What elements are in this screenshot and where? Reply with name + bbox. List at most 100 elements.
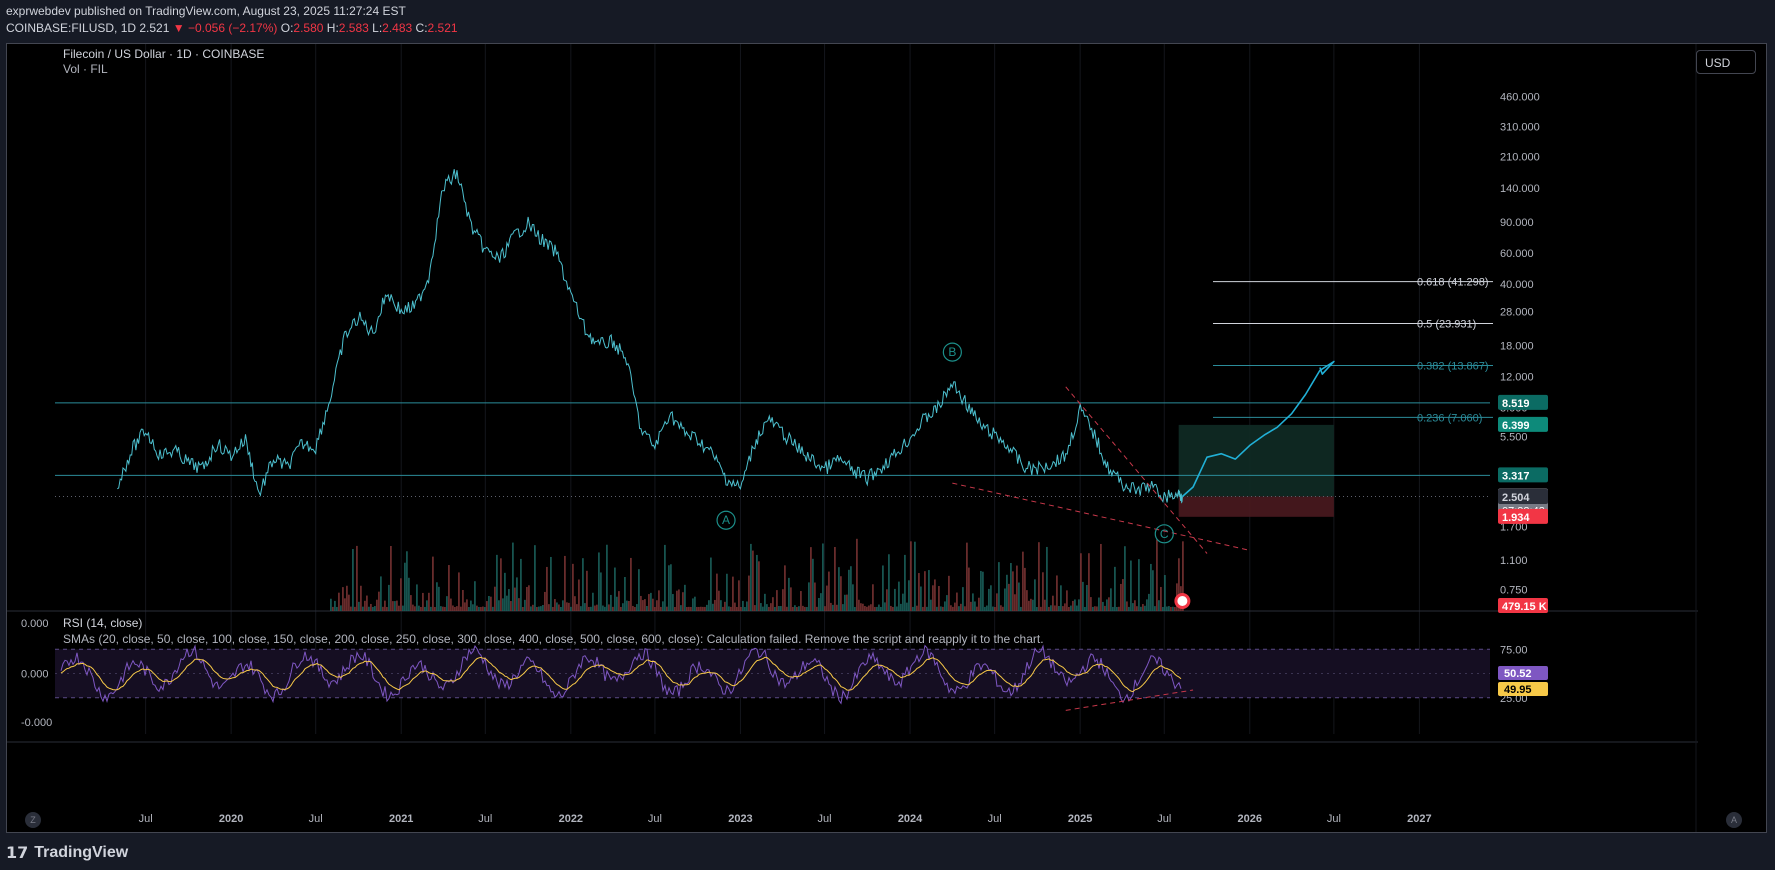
- volume-bar: [1028, 600, 1030, 611]
- volume-bar: [452, 605, 454, 611]
- volume-bar: [510, 601, 512, 611]
- open-label: O:: [280, 21, 294, 35]
- volume-bar: [1110, 588, 1112, 611]
- volume-bar: [438, 586, 440, 611]
- volume-bar: [764, 593, 766, 611]
- volume-bar: [652, 598, 654, 611]
- volume-bar: [1106, 599, 1108, 611]
- volume-bar: [908, 580, 910, 611]
- volume-bar: [728, 606, 730, 611]
- volume-bar: [548, 604, 550, 611]
- volume-bar: [454, 606, 456, 611]
- volume-bar: [516, 577, 518, 611]
- volume-bar: [872, 584, 874, 611]
- volume-bar: [360, 585, 362, 611]
- volume-bar: [574, 596, 576, 611]
- volume-bar: [750, 543, 752, 611]
- volume-bar: [928, 570, 930, 611]
- volume-bar: [626, 600, 628, 611]
- volume-bar: [1162, 607, 1164, 611]
- volume-bar: [408, 577, 410, 611]
- volume-bar: [512, 542, 514, 611]
- volume-bar: [774, 607, 776, 611]
- volume-bar: [394, 601, 396, 611]
- volume-bar: [504, 572, 506, 611]
- volume-bar: [866, 606, 868, 611]
- volume-bar: [644, 599, 646, 611]
- high-value: 2.583: [338, 21, 369, 35]
- volume-bar: [1016, 565, 1018, 611]
- price-chart[interactable]: Jul 2020 Jul 2021 Jul 2022 Jul 2023 Jul 2024 Jul 20…: [7, 44, 1766, 832]
- volume-bar: [422, 592, 424, 611]
- volume-bar: [934, 579, 936, 611]
- wave-label-text: B: [948, 345, 956, 359]
- volume-bar: [656, 600, 658, 611]
- volume-bar: [578, 579, 580, 611]
- volume-bar: [688, 606, 690, 611]
- volume-bar: [990, 585, 992, 611]
- volume-bar: [528, 585, 530, 611]
- volume-bar: [1128, 606, 1130, 611]
- volume-bar: [404, 562, 406, 611]
- price-badge-label: 8.519: [1502, 398, 1530, 410]
- volume-bar: [396, 600, 398, 611]
- volume-bar: [1108, 597, 1110, 611]
- volume-bar: [1048, 606, 1050, 611]
- volume-bar: [384, 600, 386, 611]
- volume-bar: [566, 602, 568, 611]
- wave-label-text: C: [1160, 527, 1169, 541]
- volume-bar: [424, 606, 426, 611]
- volume-bar: [766, 604, 768, 611]
- volume-bar: [868, 605, 870, 611]
- y-tick-label: 460.000: [1500, 91, 1540, 103]
- auto-scale-button[interactable]: A: [1726, 812, 1742, 828]
- volume-bar: [1010, 563, 1012, 611]
- volume-bar: [654, 607, 656, 611]
- volume-bar: [706, 604, 708, 611]
- volume-bar: [646, 605, 648, 611]
- volume-bar: [388, 584, 390, 611]
- volume-bar: [890, 605, 892, 611]
- volume-bar: [362, 606, 364, 611]
- volume-bar: [554, 599, 556, 611]
- zoom-button[interactable]: Z: [25, 812, 41, 828]
- volume-bar: [918, 573, 920, 611]
- x-tick-label: 2024: [898, 813, 923, 825]
- volume-bar: [740, 606, 742, 611]
- volume-bar: [682, 592, 684, 611]
- volume-bar: [956, 592, 958, 611]
- volume-bar: [1092, 606, 1094, 611]
- chart-frame[interactable]: Jul 2020 Jul 2021 Jul 2022 Jul 2023 Jul 2024 Jul 20…: [6, 43, 1767, 833]
- volume-bar: [698, 606, 700, 611]
- volume-bar: [686, 606, 688, 611]
- volume-bar: [1094, 606, 1096, 611]
- volume-bar: [350, 606, 352, 611]
- volume-bar: [736, 607, 738, 611]
- volume-bar: [506, 595, 508, 611]
- volume-bar: [860, 603, 862, 611]
- tradingview-logo-icon[interactable]: 𝟭𝟳: [6, 843, 28, 863]
- volume-bar: [354, 606, 356, 611]
- volume-bar: [996, 593, 998, 611]
- volume-bar: [810, 547, 812, 611]
- stop-zone: [1178, 496, 1334, 517]
- volume-label: Vol · FIL: [63, 62, 108, 76]
- volume-bar: [386, 606, 388, 611]
- volume-bar: [500, 558, 502, 611]
- currency-button[interactable]: USD: [1696, 50, 1756, 74]
- volume-bar: [614, 567, 616, 611]
- volume-bar: [632, 605, 634, 611]
- brand-name[interactable]: TradingView: [34, 844, 128, 862]
- volume-bar: [786, 606, 788, 611]
- y-tick-label: 310.000: [1500, 122, 1540, 134]
- volume-bar: [1014, 594, 1016, 611]
- volume-bar: [822, 543, 824, 611]
- volume-bar: [676, 590, 678, 611]
- fib-level-label: 0.382 (13.867): [1417, 360, 1489, 372]
- volume-bar: [1116, 606, 1118, 611]
- volume-bar: [1142, 604, 1144, 611]
- volume-bar: [1126, 601, 1128, 611]
- close-value: 2.521: [427, 21, 458, 35]
- volume-bar: [816, 606, 818, 611]
- volume-bar: [542, 605, 544, 611]
